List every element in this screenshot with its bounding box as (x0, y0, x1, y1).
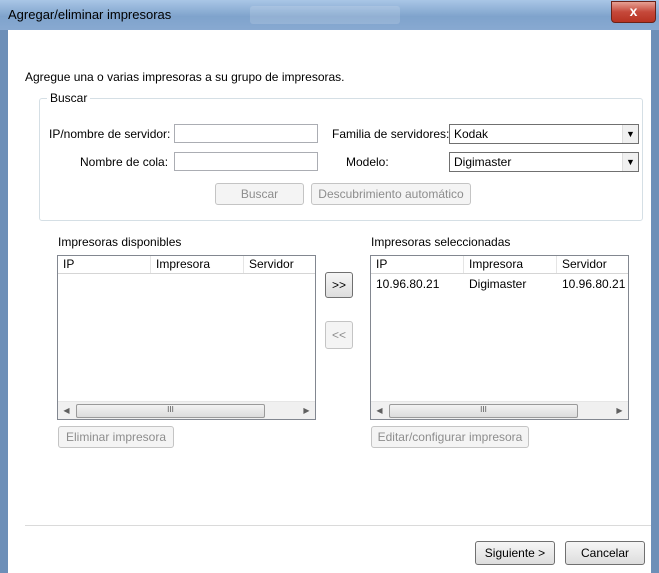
scroll-thumb[interactable]: III (389, 404, 578, 418)
column-header-server[interactable]: Servidor (244, 256, 315, 273)
cell-ip: 10.96.80.21 (376, 277, 440, 291)
model-value: Digimaster (454, 155, 512, 169)
scroll-thumb[interactable]: III (76, 404, 265, 418)
available-printers-title: Impresoras disponibles (58, 235, 182, 249)
available-list-header: IP Impresora Servidor (58, 256, 315, 274)
selected-printers-list[interactable]: IP Impresora Servidor 10.96.80.21 Digima… (370, 255, 629, 420)
column-header-printer[interactable]: Impresora (464, 256, 557, 273)
search-group: Buscar IP/nombre de servidor: Nombre de … (39, 91, 643, 221)
add-to-selected-button[interactable]: >> (325, 272, 353, 298)
queue-label: Nombre de cola: (80, 155, 169, 169)
chevron-down-icon[interactable]: ▼ (622, 153, 638, 171)
queue-input[interactable] (174, 152, 318, 171)
search-button[interactable]: Buscar (215, 183, 304, 205)
model-label: Modelo: (346, 155, 389, 169)
next-button[interactable]: Siguiente > (475, 541, 555, 565)
horizontal-scrollbar[interactable]: ◀ III ▶ (371, 401, 628, 419)
scroll-left-icon[interactable]: ◀ (371, 402, 388, 419)
family-select[interactable]: Kodak ▼ (449, 124, 639, 144)
search-group-legend: Buscar (47, 91, 91, 105)
scroll-right-icon[interactable]: ▶ (298, 402, 315, 419)
title-bar[interactable]: Agregar/eliminar impresoras x (0, 0, 659, 30)
model-select[interactable]: Digimaster ▼ (449, 152, 639, 172)
window-title: Agregar/eliminar impresoras (8, 7, 172, 22)
cancel-button[interactable]: Cancelar (565, 541, 645, 565)
server-input[interactable] (174, 124, 318, 143)
dialog-window: Agregar/eliminar impresoras x Agregue un… (0, 0, 659, 573)
dialog-body: Agregue una o varias impresoras a su gru… (8, 30, 651, 573)
table-row[interactable]: 10.96.80.21 Digimaster 10.96.80.21 (371, 276, 628, 293)
close-icon: x (629, 3, 638, 19)
edit-printer-button[interactable]: Editar/configurar impresora (371, 426, 529, 448)
family-label: Familia de servidores: (332, 127, 450, 141)
footer-divider (25, 525, 651, 526)
selected-printers-title: Impresoras seleccionadas (371, 235, 511, 249)
family-value: Kodak (454, 127, 489, 141)
column-header-ip[interactable]: IP (371, 256, 464, 273)
title-bar-ghost (250, 6, 400, 24)
scroll-left-icon[interactable]: ◀ (58, 402, 75, 419)
available-printers-list[interactable]: IP Impresora Servidor ◀ III ▶ (57, 255, 316, 420)
remove-from-selected-button[interactable]: << (325, 321, 353, 349)
horizontal-scrollbar[interactable]: ◀ III ▶ (58, 401, 315, 419)
column-header-server[interactable]: Servidor (557, 256, 628, 273)
column-header-printer[interactable]: Impresora (151, 256, 244, 273)
chevron-down-icon[interactable]: ▼ (622, 125, 638, 143)
close-button[interactable]: x (611, 1, 656, 23)
cell-printer: Digimaster (469, 277, 527, 291)
remove-printer-button[interactable]: Eliminar impresora (58, 426, 174, 448)
server-label: IP/nombre de servidor: (49, 127, 171, 141)
cell-server: 10.96.80.21 (562, 277, 626, 291)
autodiscover-button[interactable]: Descubrimiento automático (311, 183, 471, 205)
intro-text: Agregue una o varias impresoras a su gru… (25, 70, 345, 84)
selected-list-header: IP Impresora Servidor (371, 256, 628, 274)
column-header-ip[interactable]: IP (58, 256, 151, 273)
scroll-right-icon[interactable]: ▶ (611, 402, 628, 419)
